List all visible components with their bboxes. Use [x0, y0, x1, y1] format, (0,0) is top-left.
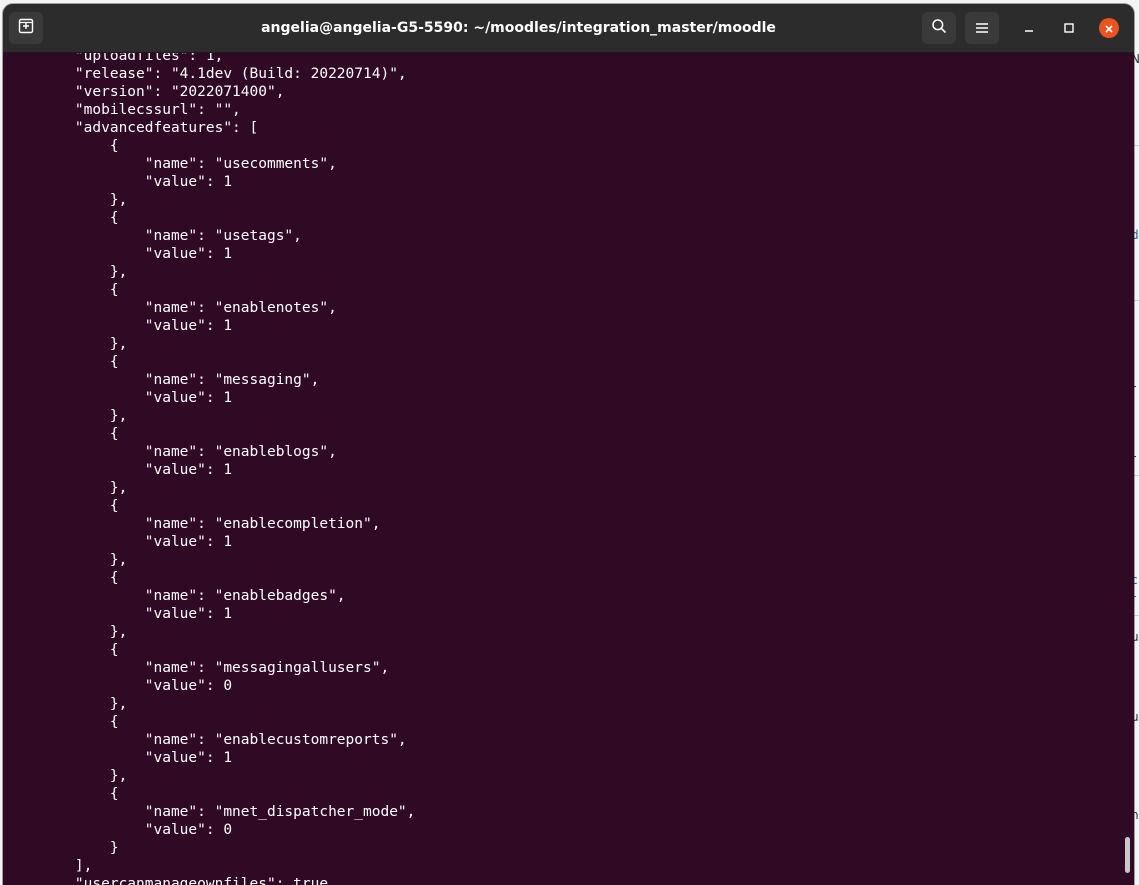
- terminal-line: "usercanmanageownfiles": true,: [40, 876, 337, 885]
- terminal-window[interactable]: angelia@angelia-G5-5590: ~/moodles/integ…: [3, 4, 1134, 885]
- terminal-line: "value": 1: [40, 606, 233, 622]
- terminal-line: "value": 1: [40, 750, 233, 766]
- close-icon: [1104, 19, 1114, 38]
- terminal-line: },: [40, 696, 128, 712]
- terminal-line: "value": 1: [40, 174, 233, 190]
- terminal-line: "value": 0: [40, 822, 233, 838]
- terminal-line: },: [40, 264, 128, 280]
- terminal-line: {: [40, 138, 119, 154]
- terminal-line: "name": "usecomments",: [40, 156, 337, 172]
- scrollbar-thumb[interactable]: [1125, 837, 1130, 873]
- terminal-line: "name": "enablenotes",: [40, 300, 337, 316]
- terminal-line: {: [40, 786, 119, 802]
- terminal-line: "value": 1: [40, 246, 233, 262]
- maximize-icon: [1063, 19, 1075, 38]
- terminal-line: "value": 1: [40, 462, 233, 478]
- terminal-line: "advancedfeatures": [: [40, 120, 259, 136]
- terminal-line: "name": "messagingallusers",: [40, 660, 390, 676]
- search-icon: [931, 18, 947, 38]
- terminal-line: ],: [40, 858, 93, 874]
- terminal-line: },: [40, 624, 128, 640]
- terminal-line: },: [40, 192, 128, 208]
- terminal-line: },: [40, 768, 128, 784]
- terminal-line: "uploadfiles": 1,: [40, 53, 224, 64]
- terminal-line: {: [40, 714, 119, 730]
- new-tab-button[interactable]: [9, 12, 43, 44]
- minimize-button[interactable]: [1019, 18, 1039, 38]
- terminal-line: "value": 1: [40, 390, 233, 406]
- terminal-line: {: [40, 354, 119, 370]
- terminal-line: "version": "2022071400",: [40, 84, 285, 100]
- terminal-line: "name": "messaging",: [40, 372, 320, 388]
- terminal-line: {: [40, 426, 119, 442]
- terminal-line: },: [40, 408, 128, 424]
- terminal-line: {: [40, 282, 119, 298]
- terminal-line: "release": "4.1dev (Build: 20220714)",: [40, 66, 407, 82]
- terminal-line: "value": 0: [40, 678, 233, 694]
- titlebar[interactable]: angelia@angelia-G5-5590: ~/moodles/integ…: [3, 4, 1134, 53]
- minimize-icon: [1023, 19, 1035, 38]
- search-button[interactable]: [922, 12, 956, 44]
- new-tab-icon: [18, 18, 34, 38]
- terminal-line: "name": "usetags",: [40, 228, 302, 244]
- terminal-line: "name": "mnet_dispatcher_mode",: [40, 804, 416, 820]
- terminal-line: {: [40, 498, 119, 514]
- terminal-line: {: [40, 210, 119, 226]
- terminal-line: "name": "enablecompletion",: [40, 516, 381, 532]
- terminal-output[interactable]: "uploadfiles": 1, "release": "4.1dev (Bu…: [3, 53, 1134, 885]
- terminal-line: "value": 1: [40, 318, 233, 334]
- terminal-line: {: [40, 570, 119, 586]
- terminal-line: "name": "enablebadges",: [40, 588, 346, 604]
- close-button[interactable]: [1099, 18, 1119, 38]
- terminal-line: "name": "enableblogs",: [40, 444, 337, 460]
- menu-button[interactable]: [965, 12, 999, 44]
- terminal-line: },: [40, 480, 128, 496]
- terminal-line: "mobilecssurl": "",: [40, 102, 241, 118]
- terminal-line: "value": 1: [40, 534, 233, 550]
- terminal-text: "uploadfiles": 1, "release": "4.1dev (Bu…: [40, 53, 415, 885]
- hamburger-menu-icon: [975, 19, 989, 38]
- terminal-line: "name": "enablecustomreports",: [40, 732, 407, 748]
- terminal-line: {: [40, 642, 119, 658]
- window-title: angelia@angelia-G5-5590: ~/moodles/integ…: [261, 20, 776, 36]
- terminal-line: },: [40, 336, 128, 352]
- maximize-button[interactable]: [1059, 18, 1079, 38]
- terminal-line: },: [40, 552, 128, 568]
- scrollbar[interactable]: [1124, 53, 1132, 885]
- terminal-line: }: [40, 840, 119, 856]
